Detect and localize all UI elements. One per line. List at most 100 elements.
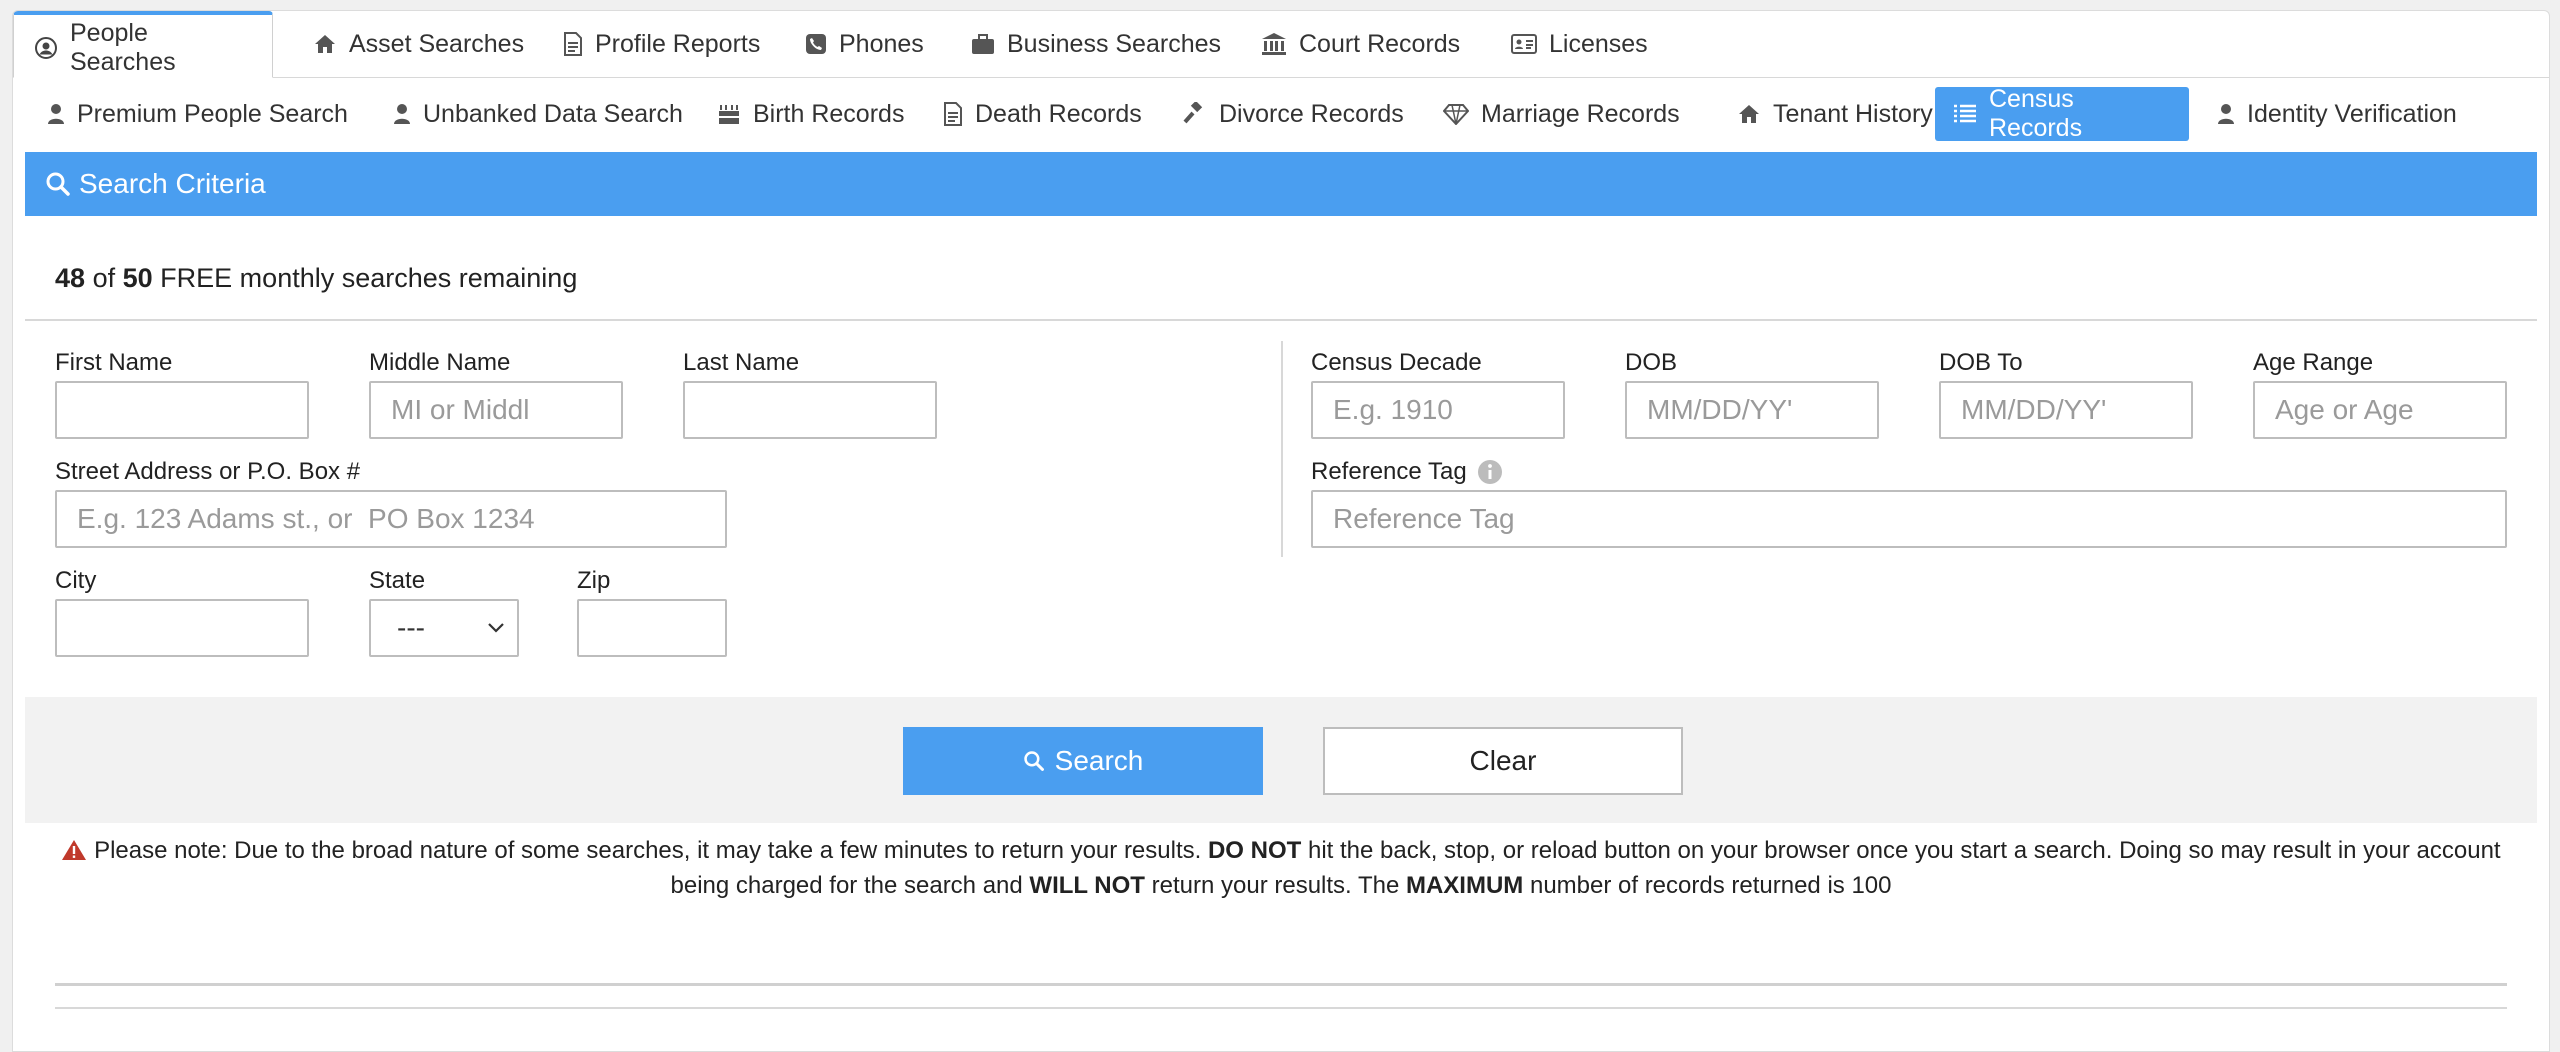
census-decade-input[interactable] — [1311, 381, 1565, 439]
document-icon — [943, 102, 963, 126]
list-icon — [1953, 104, 1977, 124]
id-card-icon — [1511, 34, 1537, 54]
first-name-input[interactable] — [55, 381, 309, 439]
last-name-label: Last Name — [683, 349, 800, 376]
diamond-icon — [1443, 103, 1469, 125]
street-address-input[interactable] — [55, 490, 727, 548]
search-criteria-header: Search Criteria — [25, 152, 2537, 216]
remaining-text: FREE monthly searches remaining — [160, 263, 578, 293]
tab-label: Tenant History — [1773, 99, 1933, 128]
dob-input[interactable] — [1625, 381, 1879, 439]
search-panel: People Searches Asset Searches Profile R… — [12, 10, 2550, 1052]
middle-name-label: Middle Name — [369, 349, 511, 376]
search-button-label: Search — [1054, 745, 1144, 776]
tab-birth-records[interactable]: Birth Records — [699, 87, 922, 141]
tab-census-records[interactable]: Census Records — [1935, 85, 2189, 142]
reference-tag-label-group: Reference Tag — [1311, 458, 1503, 486]
state-select[interactable]: --- — [369, 599, 519, 657]
of-text: of — [92, 263, 116, 293]
tab-label: Marriage Records — [1481, 99, 1680, 128]
tab-label: Profile Reports — [595, 29, 761, 58]
tab-asset-searches[interactable]: Asset Searches — [293, 11, 544, 77]
user-circle-icon — [34, 36, 58, 60]
tab-label: Phones — [839, 29, 924, 58]
tab-label: Death Records — [975, 99, 1142, 128]
notice-text-1: Please note: Due to the broad nature of … — [94, 837, 1208, 864]
reference-tag-label: Reference Tag — [1311, 458, 1467, 485]
notice-bold-1: DO NOT — [1207, 837, 1302, 864]
tab-label: People Searches — [70, 19, 176, 76]
zip-input[interactable] — [577, 599, 727, 657]
home-icon — [313, 33, 337, 55]
tab-marriage-records[interactable]: Marriage Records — [1425, 87, 1698, 141]
clear-button[interactable]: Clear — [1323, 727, 1683, 795]
briefcase-icon — [971, 33, 995, 55]
info-icon[interactable] — [1477, 459, 1503, 485]
searches-remaining: 48 of 50 FREE monthly searches remaining — [55, 263, 577, 294]
birthday-cake-icon — [717, 103, 741, 125]
notice-bold-3: MAXIMUM — [1405, 872, 1524, 899]
divider — [55, 1007, 2507, 1009]
warning-icon — [61, 839, 87, 861]
reference-tag-input[interactable] — [1311, 490, 2507, 548]
tab-court-records[interactable]: Court Records — [1241, 11, 1480, 77]
gavel-icon — [1183, 102, 1207, 126]
dob-to-input[interactable] — [1939, 381, 2193, 439]
tab-unbanked-data-search[interactable]: Unbanked Data Search — [375, 87, 701, 141]
notice-text-3: return your results. The — [1144, 872, 1406, 899]
tab-label: Census Records — [1989, 85, 2083, 142]
divider — [55, 983, 2507, 986]
tab-people-searches[interactable]: People Searches — [13, 11, 273, 78]
tab-label: Premium People Search — [77, 99, 348, 128]
tab-label: Licenses — [1549, 29, 1648, 58]
dob-label: DOB — [1625, 349, 1678, 376]
tab-premium-people-search[interactable]: Premium People Search — [29, 87, 366, 141]
tab-licenses[interactable]: Licenses — [1491, 11, 1668, 77]
first-name-label: First Name — [55, 349, 173, 376]
chevron-down-icon — [487, 622, 505, 634]
document-icon — [563, 32, 583, 56]
search-button[interactable]: Search — [903, 727, 1263, 795]
phone-icon — [805, 33, 827, 55]
tab-phones[interactable]: Phones — [785, 11, 944, 77]
zip-label: Zip — [577, 567, 611, 594]
notice-bold-2: WILL NOT — [1029, 872, 1145, 899]
sub-tab-bar: Premium People Search Unbanked Data Sear… — [13, 83, 2549, 145]
age-range-label: Age Range — [2253, 349, 2374, 376]
tab-label: Identity Verification — [2247, 99, 2457, 128]
street-address-label: Street Address or P.O. Box # — [55, 458, 361, 485]
tab-label: Asset Searches — [349, 29, 525, 58]
top-tab-bar: People Searches Asset Searches Profile R… — [13, 11, 2549, 78]
section-title: Search Criteria — [79, 168, 266, 199]
tab-divorce-records[interactable]: Divorce Records — [1165, 87, 1422, 141]
column-divider — [1281, 341, 1283, 557]
notice-text-4: number of records returned is 100 — [1523, 872, 1892, 899]
middle-name-input[interactable] — [369, 381, 623, 439]
tab-business-searches[interactable]: Business Searches — [951, 11, 1241, 77]
search-icon — [45, 171, 71, 197]
last-name-input[interactable] — [683, 381, 937, 439]
tab-label: Court Records — [1299, 29, 1461, 58]
tab-profile-reports[interactable]: Profile Reports — [543, 11, 780, 77]
searches-used-count: 48 — [55, 263, 86, 293]
user-icon — [2217, 103, 2235, 125]
tab-label: Divorce Records — [1219, 99, 1404, 128]
search-icon — [1023, 750, 1045, 772]
home-icon — [1737, 103, 1761, 125]
tab-death-records[interactable]: Death Records — [925, 87, 1160, 141]
tab-label: Business Searches — [1007, 29, 1222, 58]
divider — [25, 319, 2537, 321]
tab-identity-verification[interactable]: Identity Verification — [2199, 87, 2475, 141]
census-decade-label: Census Decade — [1311, 349, 1482, 376]
clear-button-label: Clear — [1469, 745, 1537, 776]
state-selected-value: --- — [397, 612, 425, 643]
tab-tenant-history[interactable]: Tenant History — [1719, 87, 1951, 141]
city-label: City — [55, 567, 97, 594]
city-input[interactable] — [55, 599, 309, 657]
searches-total-count: 50 — [122, 263, 153, 293]
age-range-input[interactable] — [2253, 381, 2507, 439]
dob-to-label: DOB To — [1939, 349, 2023, 376]
button-bar: Search Clear — [25, 697, 2537, 823]
tab-label: Unbanked Data Search — [423, 99, 683, 128]
user-icon — [393, 103, 411, 125]
